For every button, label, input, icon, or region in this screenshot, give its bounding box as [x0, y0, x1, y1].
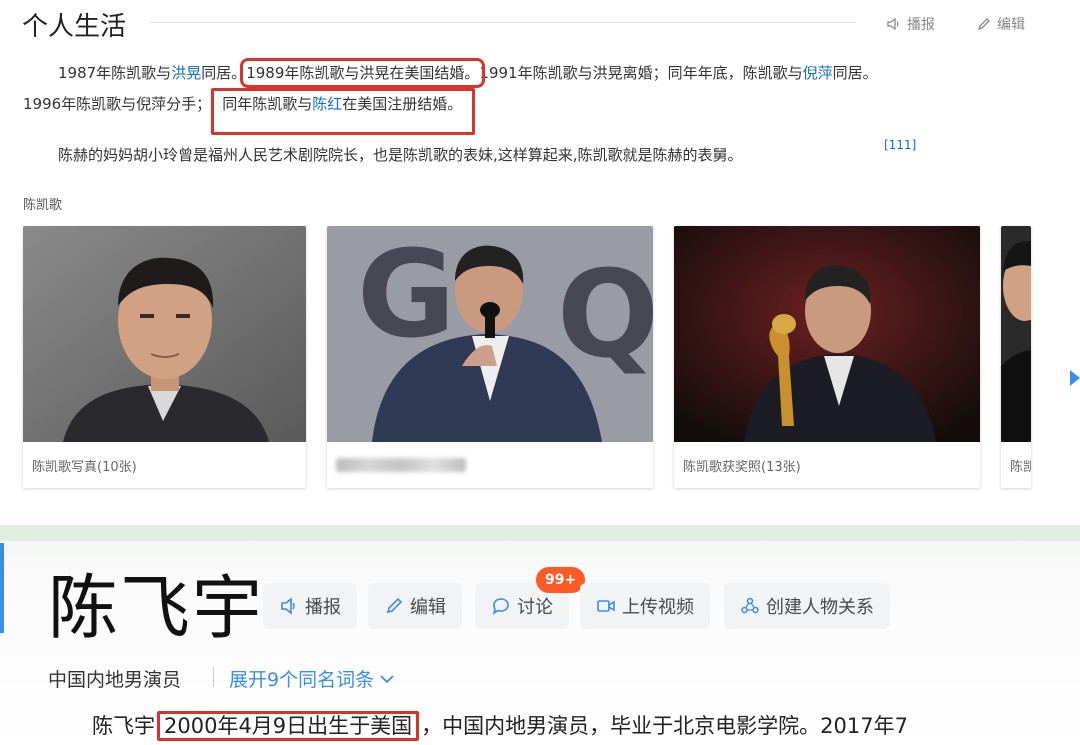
discuss-label: 讨论	[517, 597, 553, 618]
upload-video-label: 上传视频	[622, 597, 694, 618]
link-hong-huang[interactable]: 洪晃	[171, 64, 201, 82]
card-caption: 陈凯	[1010, 460, 1031, 475]
next-arrow-icon[interactable]	[1070, 368, 1080, 388]
text: 同居。	[832, 64, 878, 82]
text: 同居。	[201, 64, 247, 82]
album-card[interactable]: 陈凯歌获奖照(13张)	[674, 226, 980, 488]
highlighted-birth-info: 2000年4月9日出生于美国	[157, 711, 420, 741]
text: ，中国内地男演员，毕业于北京电影学院。2017年7	[421, 714, 908, 738]
edit-label: 编辑	[997, 17, 1025, 33]
text: 1987年陈凯歌与	[58, 64, 172, 82]
event-photo: G Q	[327, 226, 653, 442]
paragraph-text: 陈赫的妈妈胡小玲曾是福州人民艺术剧院院长，也是陈凯歌的表妹,这样算起来,陈凯歌就…	[58, 146, 743, 164]
text: 陈飞宇	[92, 714, 155, 738]
paragraph-line: 1987年陈凯歌与洪晃同居。1989年陈凯歌与洪晃在美国结婚。1991年陈凯歌与…	[58, 58, 878, 88]
album-title: 陈凯歌	[23, 198, 63, 213]
pencil-icon	[977, 18, 990, 31]
section-title: 个人生活	[22, 12, 127, 42]
link-chen-hong[interactable]: 陈红	[312, 95, 342, 113]
edit-label: 编辑	[410, 597, 446, 618]
section-divider	[150, 22, 856, 23]
album-card[interactable]: 陈凯歌写真(10张)	[23, 226, 306, 488]
bio-text: 陈飞宇 2000年4月9日出生于美国 ，中国内地男演员，毕业于北京电影学院。2017…	[92, 711, 908, 741]
link-ni-ping[interactable]: 倪萍	[803, 64, 833, 82]
divider	[213, 667, 214, 687]
pencil-icon	[386, 597, 403, 614]
report-label: 播报	[305, 597, 341, 618]
discuss-count-badge: 99+	[536, 567, 586, 593]
album-card[interactable]: G Q	[327, 226, 653, 488]
chevron-down-icon	[380, 674, 394, 683]
card-caption: 陈凯歌写真(10张)	[32, 460, 137, 475]
edit-button[interactable]: 编辑	[976, 14, 1025, 34]
person-name: 陈飞宇	[48, 567, 264, 649]
upload-video-button[interactable]: 上传视频	[580, 583, 710, 629]
text: 1991年陈凯歌与洪晃离婚；同年年底，陈凯歌与	[479, 64, 803, 82]
create-relation-label: 创建人物关系	[766, 597, 874, 618]
relation-icon	[741, 597, 759, 614]
speaker-icon	[887, 17, 899, 31]
chat-bubble-icon	[492, 598, 509, 615]
person-description: 中国内地男演员	[48, 669, 182, 691]
svg-text:Q: Q	[557, 246, 653, 385]
text: 在美国注册结婚。	[342, 95, 463, 113]
portrait-photo-partial	[1001, 226, 1031, 442]
speaker-icon	[281, 597, 295, 615]
report-button[interactable]: 播报	[263, 583, 357, 629]
highlighted-text: 1989年陈凯歌与洪晃在美国结婚。	[240, 58, 486, 88]
report-label: 播报	[907, 17, 935, 33]
report-button[interactable]: 播报	[886, 14, 935, 34]
text: 1996年陈凯歌与倪萍分手；	[23, 95, 212, 113]
blurred-caption	[336, 458, 466, 472]
accent-bar	[0, 543, 4, 633]
video-camera-icon	[597, 600, 615, 612]
separator-strip	[0, 525, 1080, 541]
reference-link[interactable]: [111]	[884, 138, 916, 152]
expand-homonyms-link[interactable]: 展开9个同名词条	[229, 665, 394, 692]
paragraph-line: 1996年陈凯歌与倪萍分手； 同年陈凯歌与陈红在美国注册结婚。	[23, 88, 476, 135]
create-relation-button[interactable]: 创建人物关系	[724, 583, 890, 629]
edit-button[interactable]: 编辑	[368, 583, 462, 629]
expand-label: 展开9个同名词条	[229, 669, 375, 691]
person-header-panel: 陈飞宇 播报 编辑 讨论 99+ 上传视频 创建人物关系 中国内地男演员 展开9…	[0, 525, 1080, 745]
album-card[interactable]: 陈凯	[1001, 226, 1031, 488]
highlighted-text: 同年陈凯歌与陈红在美国注册结婚。	[211, 88, 476, 135]
personal-life-panel: 个人生活 播报 编辑 1987年陈凯歌与洪晃同居。1989年陈凯歌与洪晃在美国结…	[0, 0, 1080, 525]
portrait-photo	[23, 226, 306, 442]
award-photo	[674, 226, 980, 442]
text: 同年陈凯歌与	[222, 95, 313, 113]
card-caption: 陈凯歌获奖照(13张)	[683, 460, 801, 475]
